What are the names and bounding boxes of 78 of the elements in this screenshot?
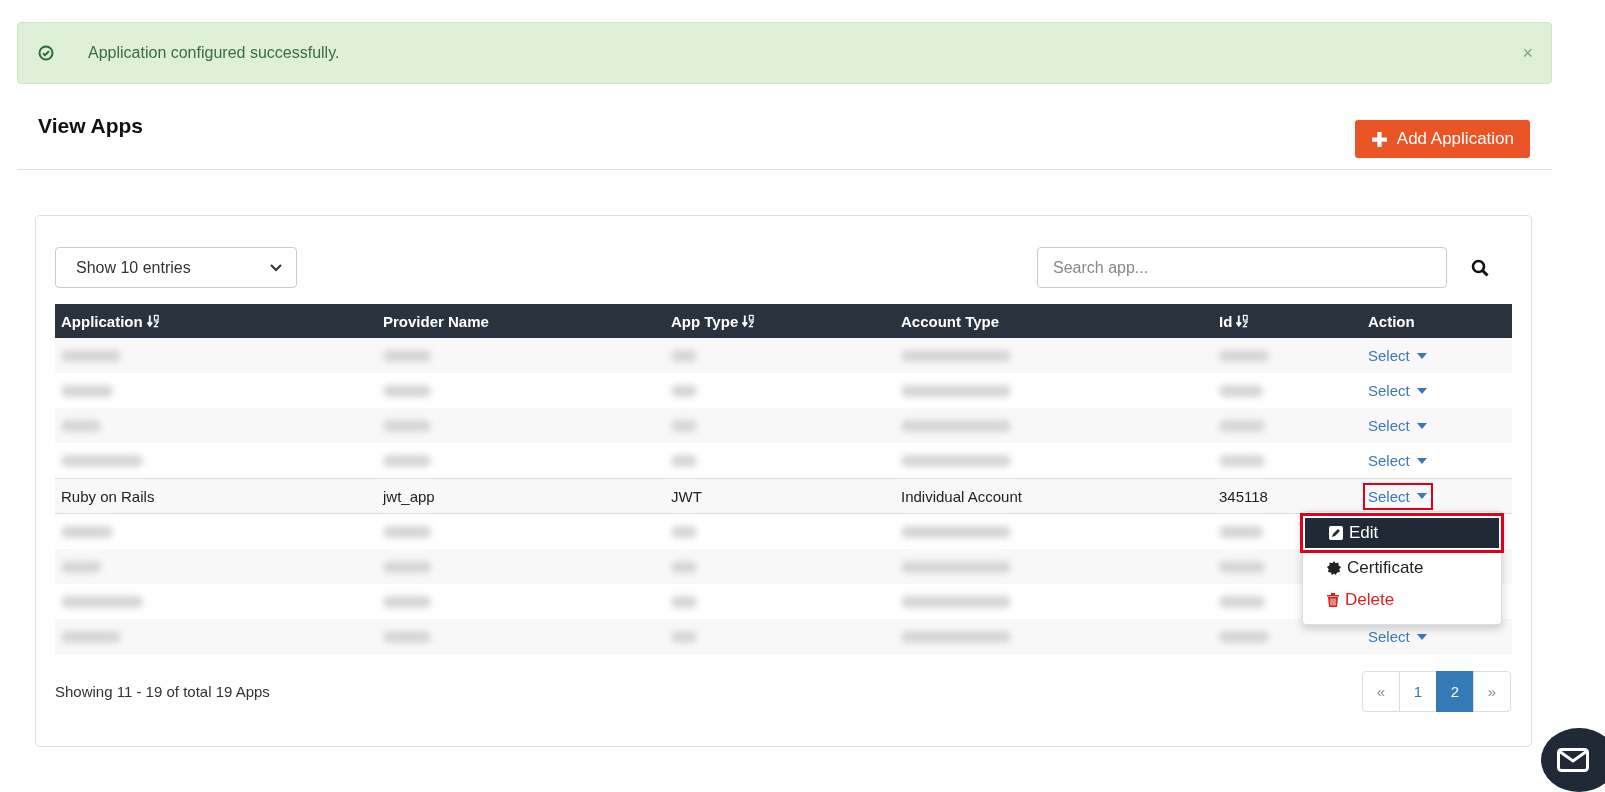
entries-dropdown[interactable]: Show 10 entries [55, 247, 297, 288]
redacted-text [61, 630, 121, 643]
caret-icon [1416, 633, 1427, 640]
page-button[interactable]: 2 [1436, 671, 1474, 712]
redacted-text [61, 525, 113, 538]
redacted-text [61, 384, 113, 397]
menu-item[interactable]: Delete [1303, 584, 1501, 616]
redacted-text [1219, 525, 1263, 538]
check-circle-icon [38, 45, 54, 61]
redacted-text [383, 595, 431, 608]
redacted-text [1219, 419, 1265, 432]
redacted-text [61, 419, 101, 432]
chevron-down-icon [270, 263, 282, 272]
redacted-text [671, 630, 697, 643]
column-header: Account Type [901, 312, 1000, 330]
select-dropdown-button[interactable]: Select [1363, 482, 1433, 510]
select-dropdown-button[interactable]: Select [1363, 412, 1433, 439]
pencil-icon [1329, 526, 1343, 540]
alert-message: Application configured successfully. [88, 44, 341, 62]
select-dropdown-button[interactable]: Select [1363, 623, 1433, 650]
redacted-text [1219, 384, 1263, 397]
select-dropdown-button[interactable]: Select [1363, 377, 1433, 404]
redacted-text [671, 454, 697, 467]
caret-icon [1416, 493, 1427, 499]
caret-icon [1416, 422, 1427, 429]
redacted-text [383, 630, 431, 643]
column-header[interactable]: App Type [671, 312, 739, 330]
sort-icon[interactable] [742, 314, 756, 328]
redacted-text [671, 419, 697, 432]
table-cell: jwt_app [383, 487, 435, 505]
redacted-text [61, 349, 121, 362]
redacted-text [383, 384, 431, 397]
redacted-text [383, 419, 431, 432]
redacted-text [383, 525, 431, 538]
redacted-text [671, 525, 697, 538]
redacted-text [671, 560, 697, 573]
add-application-button[interactable]: Add Application [1354, 120, 1530, 158]
select-dropdown-button[interactable]: Select [1363, 342, 1433, 369]
caret-icon [1416, 352, 1427, 359]
close-button[interactable]: × [1522, 42, 1533, 64]
redacted-text [671, 349, 697, 362]
redacted-text [383, 560, 431, 573]
search-icon[interactable] [1471, 258, 1489, 277]
table-cell: Ruby on Rails [61, 487, 155, 505]
column-header: Provider Name [383, 312, 489, 330]
table-cell: Individual Account [901, 487, 1022, 505]
select-dropdown-button[interactable]: Select [1363, 447, 1433, 474]
menu-item[interactable]: Certificate [1303, 552, 1501, 584]
caret-icon [1416, 457, 1427, 464]
redacted-text [1219, 349, 1269, 362]
chat-button[interactable] [1541, 728, 1605, 792]
redacted-text [61, 560, 101, 573]
search-field[interactable]: Search app... [1037, 247, 1447, 288]
sort-icon[interactable] [1236, 314, 1250, 328]
table-cell: JWT [671, 487, 702, 505]
redacted-text [671, 595, 697, 608]
seal-icon [1327, 561, 1341, 575]
redacted-text [671, 384, 697, 397]
column-header[interactable]: Application [61, 312, 143, 330]
redacted-text [383, 349, 431, 362]
caret-icon [1416, 387, 1427, 394]
plus-icon [1370, 130, 1388, 148]
page-button[interactable]: 1 [1399, 671, 1437, 712]
page-button[interactable]: « [1362, 671, 1400, 712]
trash-icon [1327, 593, 1339, 607]
envelope-icon [1557, 748, 1589, 772]
redacted-text [1219, 560, 1265, 573]
page-button[interactable]: » [1473, 671, 1511, 712]
column-header: Action [1368, 312, 1415, 330]
entries-summary: Showing 11 - 19 of total 19 Apps [55, 683, 270, 702]
redacted-text [1219, 454, 1265, 467]
sort-icon[interactable] [146, 314, 160, 328]
table-cell: 345118 [1219, 487, 1268, 505]
redacted-text [1219, 630, 1269, 643]
redacted-text [1219, 595, 1265, 608]
page-title: View Apps [38, 114, 144, 138]
redacted-text [383, 454, 431, 467]
column-header[interactable]: Id [1219, 312, 1233, 330]
